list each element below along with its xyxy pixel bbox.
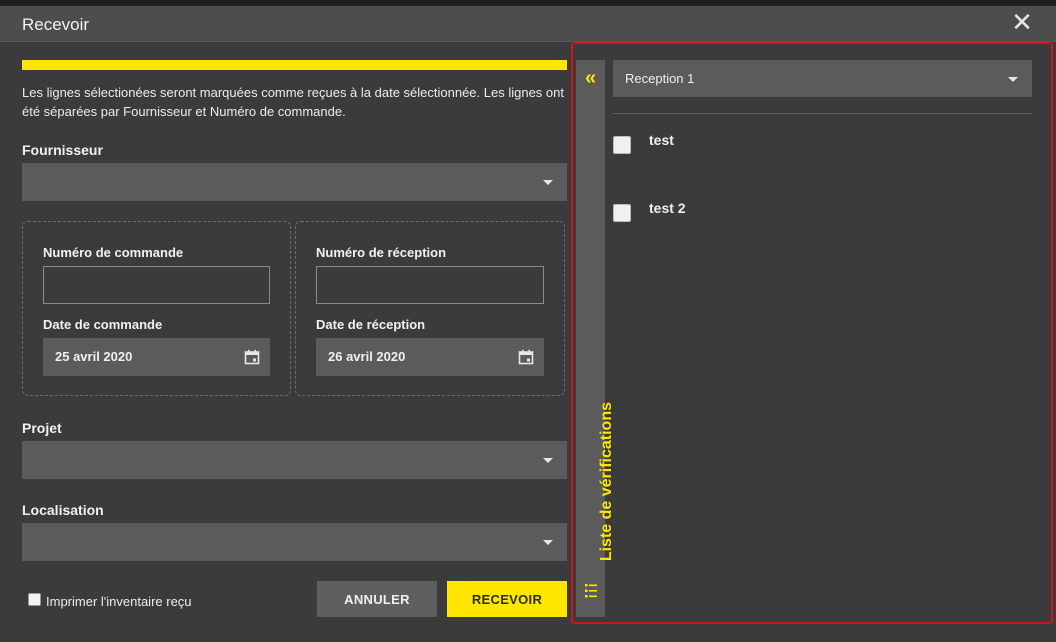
chevron-down-icon xyxy=(543,540,553,545)
calendar-icon[interactable] xyxy=(244,349,260,365)
supplier-select[interactable] xyxy=(22,163,567,201)
project-label: Projet xyxy=(22,420,62,436)
chevron-down-icon xyxy=(1008,77,1018,82)
location-select[interactable] xyxy=(22,523,567,561)
chevron-down-icon xyxy=(543,180,553,185)
print-inventory-label: Imprimer l'inventaire reçu xyxy=(46,594,192,609)
location-label: Localisation xyxy=(22,502,104,518)
order-date-label: Date de commande xyxy=(43,317,163,332)
reception-number-input[interactable] xyxy=(316,266,544,304)
double-chevron-left-icon[interactable]: « xyxy=(576,68,605,88)
dialog-title: Recevoir xyxy=(22,15,90,34)
checklist-tab-label: Liste de vérifications xyxy=(598,402,615,562)
receive-button[interactable]: RECEVOIR xyxy=(447,581,567,617)
chevron-down-icon xyxy=(543,458,553,463)
reception-date-field[interactable]: 26 avril 2020 xyxy=(316,338,544,376)
checklist-item-label: test xyxy=(649,132,674,148)
checklist-item-checkbox[interactable] xyxy=(613,136,631,154)
reception-date-value: 26 avril 2020 xyxy=(328,349,406,364)
checklist-item-checkbox[interactable] xyxy=(613,204,631,222)
form-description: Les lignes sélectionées seront marquées … xyxy=(22,85,564,119)
project-select[interactable] xyxy=(22,441,567,479)
checklist-item-label: test 2 xyxy=(649,200,686,216)
cancel-button[interactable]: ANNULER xyxy=(317,581,437,617)
checklist-tab-label-wrap: Liste de vérifications xyxy=(576,402,615,602)
reception-select-value: Reception 1 xyxy=(625,71,695,86)
close-icon[interactable]: ✕ xyxy=(1008,8,1036,36)
divider xyxy=(613,113,1032,114)
reception-number-label: Numéro de réception xyxy=(316,245,447,260)
checklist-panel xyxy=(571,42,1053,624)
order-number-input[interactable] xyxy=(43,266,270,304)
calendar-icon[interactable] xyxy=(518,349,534,365)
print-inventory-checkbox[interactable] xyxy=(28,593,41,606)
order-date-value: 25 avril 2020 xyxy=(55,349,133,364)
supplier-label: Fournisseur xyxy=(22,142,103,158)
progress-accent-bar xyxy=(22,60,567,70)
checklist-icon xyxy=(585,584,597,598)
reception-date-label: Date de réception xyxy=(316,317,426,332)
order-number-label: Numéro de commande xyxy=(43,245,184,260)
dialog-title-bar xyxy=(0,6,1056,42)
reception-select[interactable]: Reception 1 xyxy=(613,60,1032,97)
order-date-field[interactable]: 25 avril 2020 xyxy=(43,338,270,376)
